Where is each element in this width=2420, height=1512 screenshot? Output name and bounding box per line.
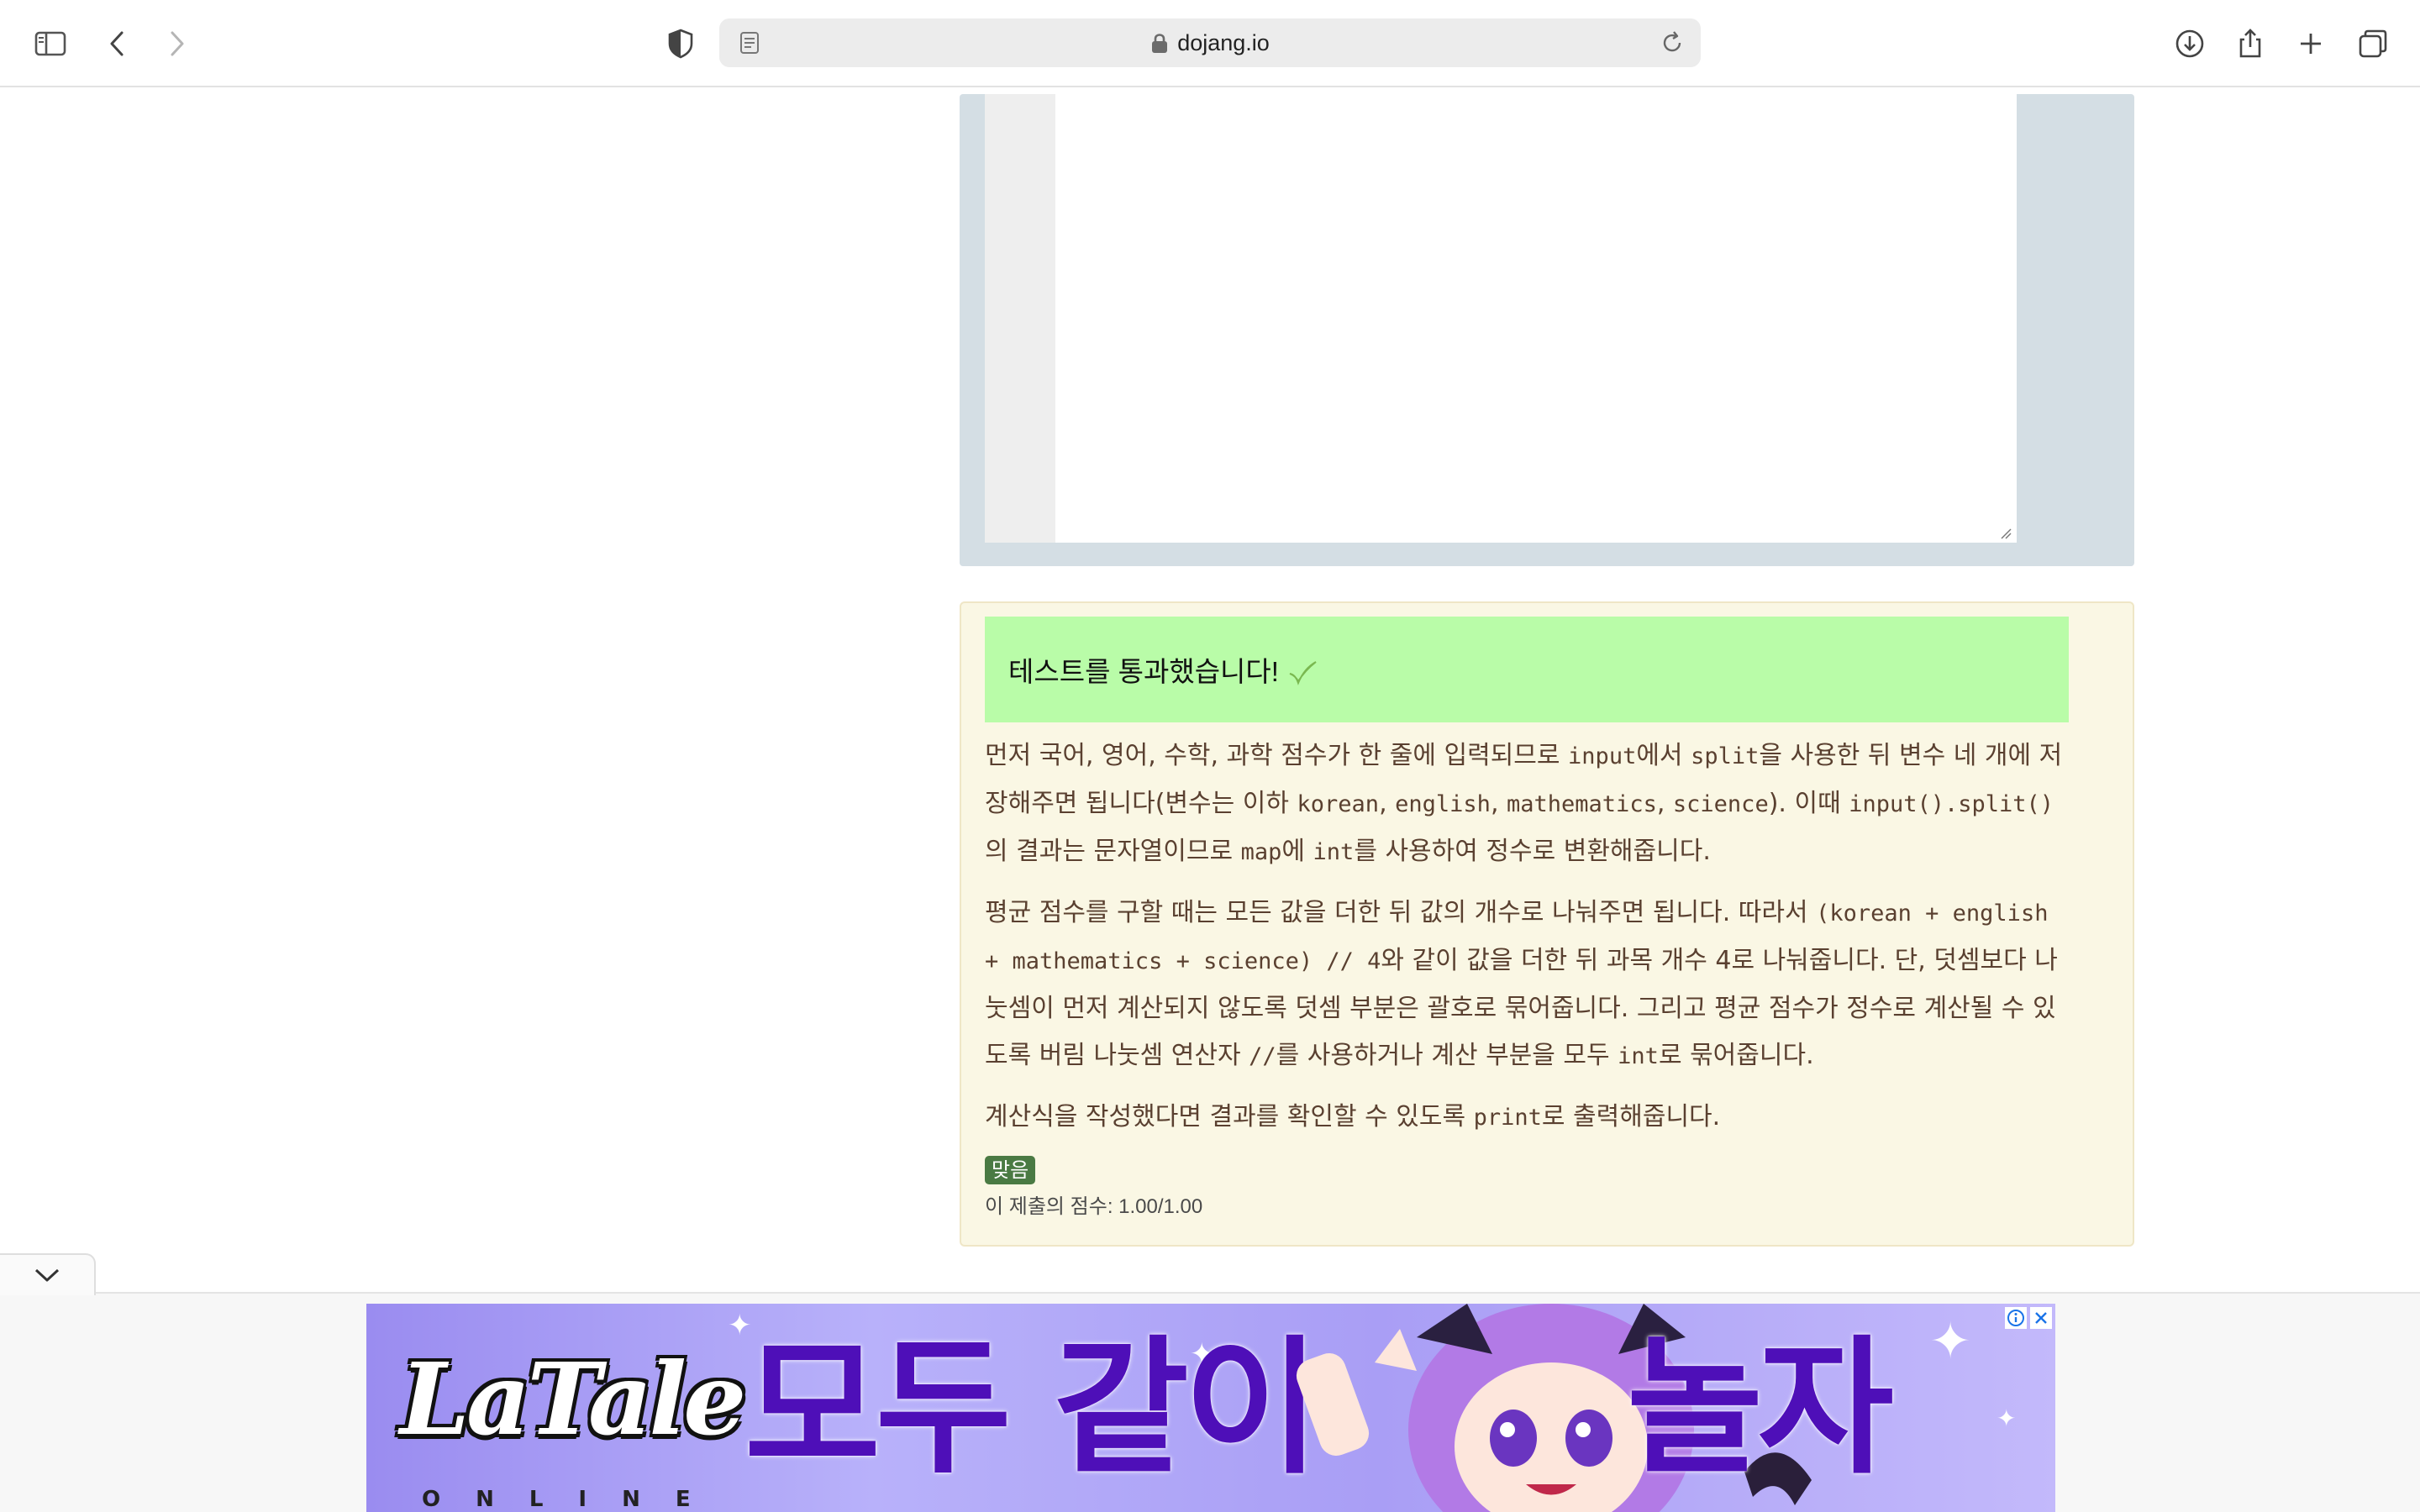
code-editor — [960, 94, 2134, 566]
ad-logo-subtitle: ONLINE — [422, 1487, 726, 1512]
inline-code: split — [1691, 743, 1760, 769]
inline-code: mathematics — [1507, 791, 1657, 817]
explanation-text: 를 사용하거나 계산 부분을 모두 — [1276, 1041, 1618, 1070]
privacy-shield-icon[interactable] — [662, 25, 699, 62]
inline-code: science — [1672, 791, 1769, 817]
status-badge: 맞음 — [985, 1156, 1036, 1184]
ad-logo-text: LaTale — [400, 1341, 746, 1457]
ad-headline-1: 모두 같이 — [744, 1322, 1320, 1494]
line-number-gutter — [985, 94, 1055, 543]
ad-info-icon[interactable] — [2005, 1307, 2027, 1329]
inline-code: english — [1395, 791, 1491, 817]
pass-banner: 테스트를 통과했습니다! — [985, 617, 2069, 722]
explanation-text: ). 이때 — [1768, 789, 1849, 818]
ad-banner[interactable]: ✦ ✦ ✦ ✦ ✦ ✦ LaTale ONLINE 모두 같이 놀자 — [366, 1304, 2055, 1512]
explanation-text: 먼저 국어, 영어, 수학, 과학 점수가 한 줄에 입력되므로 — [985, 741, 1569, 770]
explanation-text: 평균 점수를 구할 때는 모든 값을 더한 뒤 값의 개수로 나눠주면 됩니다.… — [985, 898, 1817, 927]
inline-code: print — [1473, 1105, 1542, 1131]
lock-icon — [1152, 34, 1168, 53]
checkmark-icon — [1289, 661, 1317, 685]
inline-code: input — [1568, 743, 1637, 769]
inline-code: map — [1240, 839, 1282, 865]
explanation-paragraph-2: 평균 점수를 구할 때는 모든 값을 더한 뒤 값의 개수로 나눠주면 됩니다.… — [985, 890, 2069, 1080]
chevron-down-icon — [34, 1268, 60, 1282]
explanation-text: 의 결과는 문자열이므로 — [985, 837, 1241, 866]
inline-code: int — [1313, 839, 1355, 865]
explanation: 먼저 국어, 영어, 수학, 과학 점수가 한 줄에 입력되므로 input에서… — [985, 732, 2069, 1155]
tab-overview-icon[interactable] — [2354, 25, 2391, 62]
back-icon[interactable] — [99, 25, 136, 62]
ad-logo: LaTale ONLINE — [381, 1319, 746, 1512]
explanation-text: 계산식을 작성했다면 결과를 확인할 수 있도록 — [985, 1102, 1474, 1131]
forward-icon[interactable] — [158, 25, 195, 62]
download-icon[interactable] — [2171, 25, 2208, 62]
explanation-text: , — [1656, 789, 1673, 818]
address-bar[interactable]: dojang.io — [719, 18, 1701, 67]
explanation-paragraph-3: 계산식을 작성했다면 결과를 확인할 수 있도록 print로 출력해줍니다. — [985, 1094, 2069, 1142]
sidebar-icon[interactable] — [32, 25, 69, 62]
result-panel: 테스트를 통과했습니다! 먼저 국어, 영어, 수학, 과학 점수가 한 줄에 … — [960, 601, 2134, 1247]
explanation-paragraph-1: 먼저 국어, 영어, 수학, 과학 점수가 한 줄에 입력되므로 input에서… — [985, 732, 2069, 876]
collapse-ad-button[interactable] — [0, 1253, 96, 1295]
inline-code: korean — [1297, 791, 1380, 817]
reader-icon[interactable] — [736, 29, 763, 56]
inline-code: input().split() — [1849, 791, 2054, 817]
explanation-text: 로 출력해줍니다. — [1541, 1102, 1721, 1131]
browser-toolbar: dojang.io — [0, 0, 2420, 87]
inline-code: // — [1249, 1043, 1276, 1069]
explanation-text: 에 — [1281, 837, 1313, 866]
resize-handle-icon[interactable] — [1998, 526, 2012, 539]
ad-close-icon[interactable] — [2030, 1307, 2052, 1329]
ad-headline-2: 놀자 — [1627, 1322, 1894, 1494]
ad-controls — [2005, 1307, 2052, 1329]
new-tab-icon[interactable] — [2292, 25, 2329, 62]
reload-icon[interactable] — [1659, 29, 1686, 56]
explanation-text: 를 사용하여 정수로 변환해줍니다. — [1354, 837, 1711, 866]
pass-message: 테스트를 통과했습니다! — [1008, 656, 1279, 687]
share-icon[interactable] — [2232, 25, 2269, 62]
explanation-text: , — [1490, 789, 1507, 818]
explanation-text: , — [1379, 789, 1396, 818]
url-text: dojang.io — [1177, 29, 1270, 55]
explanation-text: 에서 — [1636, 741, 1691, 770]
explanation-text: 로 묶어줍니다. — [1658, 1041, 1814, 1070]
submission-score: 이 제출의 점수: 1.00/1.00 — [985, 1195, 1203, 1218]
code-textarea[interactable] — [1055, 94, 2017, 543]
inline-code: int — [1618, 1043, 1659, 1069]
